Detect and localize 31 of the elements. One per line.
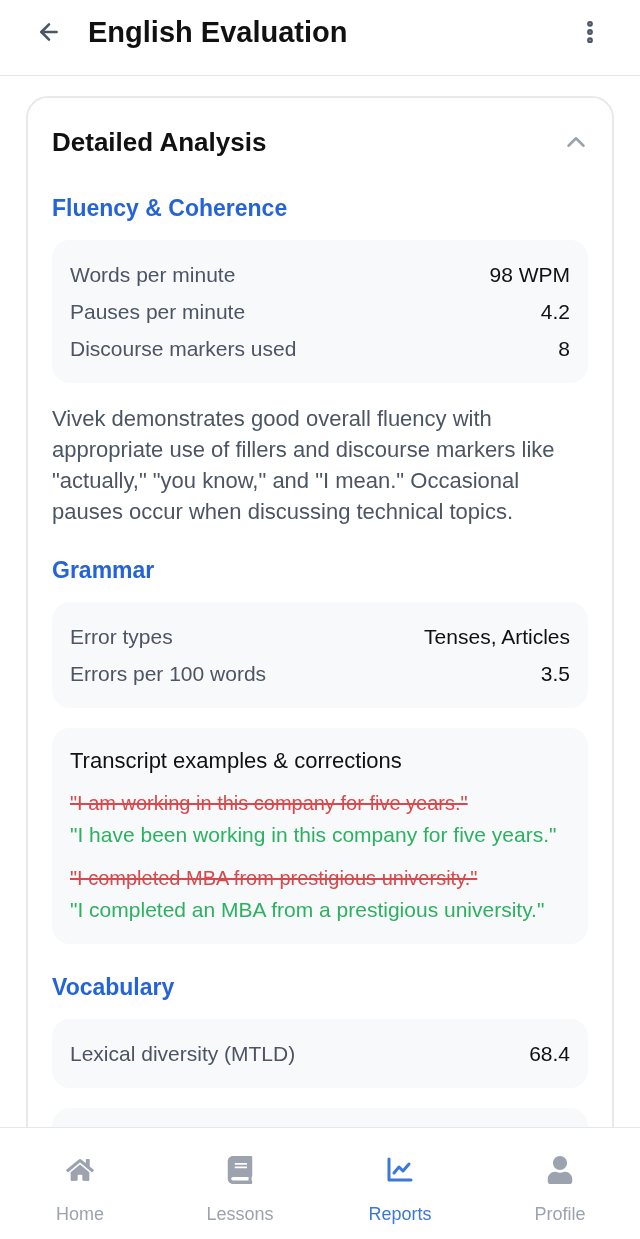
- stat-label: Errors per 100 words: [70, 661, 267, 687]
- examples-title: Transcript examples & corrections: [70, 747, 403, 775]
- corrected-sentence: "I completed an MBA from a prestigious university.": [70, 897, 546, 923]
- stat-value: 98 WPM: [489, 262, 570, 288]
- page-title: English Evaluation: [88, 14, 348, 50]
- stat-label: Words per minute: [70, 262, 236, 288]
- book-icon: [226, 1156, 254, 1184]
- home-icon: [66, 1156, 94, 1184]
- user-icon: [546, 1156, 574, 1184]
- stat-value: Tenses, Articles: [424, 624, 570, 650]
- section-heading: Grammar: [52, 556, 156, 585]
- card-title: Detailed Analysis: [52, 126, 267, 159]
- nav-tab[interactable]: Reports: [320, 1128, 480, 1239]
- stat-label: Lexical diversity (MTLD): [70, 1041, 296, 1067]
- stat-label: Discourse markers used: [70, 336, 297, 362]
- stat-label: Error types: [70, 624, 173, 650]
- section-heading: Fluency & Coherence: [52, 194, 289, 223]
- analysis-paragraph: Vivek demonstrates good overall fluency with appropriate use of fillers and discourse markers like "actually," "you know," and "I mean." Occasional pauses occur when discussing technical topics.: [52, 405, 556, 526]
- stat-value: 3.5: [540, 661, 570, 687]
- line-chart-icon: [386, 1156, 414, 1184]
- stat-value: 8: [558, 336, 570, 362]
- incorrect-sentence: "I am working in this company for five years.": [70, 791, 469, 816]
- stat-label: Pauses per minute: [70, 299, 246, 325]
- nav-tab[interactable]: Lessons: [160, 1128, 320, 1239]
- stat-value: 68.4: [529, 1041, 570, 1067]
- corrected-sentence: "I have been working in this company for five years.": [70, 822, 558, 848]
- nav-tab[interactable]: Home: [0, 1128, 160, 1239]
- nav-tab[interactable]: Profile: [480, 1128, 640, 1239]
- stat-value: 4.2: [540, 299, 570, 325]
- section-heading: Vocabulary: [52, 973, 176, 1002]
- incorrect-sentence: "I completed MBA from prestigious university.": [70, 866, 479, 891]
